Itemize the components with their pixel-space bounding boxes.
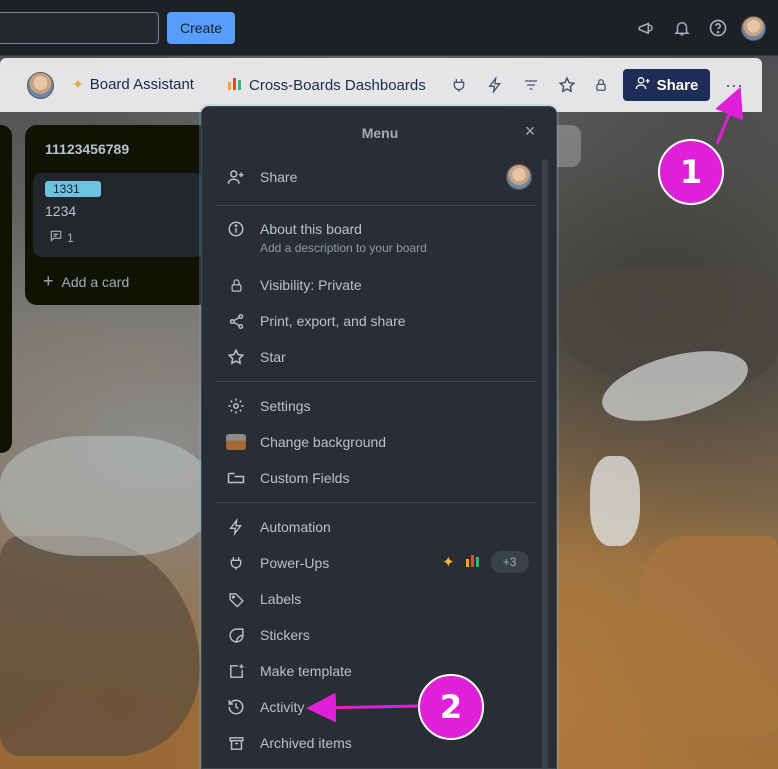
card-label: 1331 (45, 181, 101, 197)
megaphone-icon[interactable] (634, 16, 658, 40)
bell-icon[interactable] (670, 16, 694, 40)
menu-item-change-background[interactable]: Change background (216, 432, 536, 452)
template-icon (226, 661, 246, 681)
plug-icon[interactable] (448, 74, 470, 96)
lightning-icon[interactable] (484, 74, 506, 96)
menu-item-activity[interactable]: Activity (216, 697, 536, 717)
list-partial (0, 125, 12, 453)
share-label: Share (656, 76, 699, 94)
menu-item-make-template[interactable]: Make template (216, 661, 536, 681)
menu-item-label: Custom Fields (260, 470, 350, 486)
close-icon[interactable]: × (520, 121, 540, 141)
more-options-button[interactable]: ··· (720, 72, 748, 98)
add-card-button[interactable]: + Add a card (43, 271, 129, 292)
comment-icon (49, 229, 63, 246)
menu-item-automation[interactable]: Automation (216, 517, 536, 537)
menu-item-label: Stickers (260, 627, 310, 643)
menu-item-label: Archived items (260, 735, 352, 751)
search-input[interactable] (0, 12, 159, 44)
menu-item-stickers[interactable]: Stickers (216, 625, 536, 645)
member-avatar[interactable] (506, 164, 532, 190)
user-avatar[interactable] (741, 16, 766, 41)
power-ups-badges: ✦ +3 (442, 551, 529, 573)
bg-water (0, 436, 210, 556)
menu-item-custom-fields[interactable]: Custom Fields (216, 468, 536, 488)
top-navigation-bar: Create (0, 0, 778, 56)
history-icon (226, 697, 246, 717)
menu-item-label: Activity (260, 699, 305, 715)
menu-item-label: Settings (260, 398, 311, 414)
menu-item-settings[interactable]: Settings (216, 396, 536, 416)
menu-divider (216, 381, 536, 382)
add-card-label: Add a card (61, 273, 130, 290)
create-button[interactable]: Create (167, 12, 235, 44)
star-icon[interactable] (556, 74, 578, 96)
lightning-icon (226, 517, 246, 537)
lock-icon[interactable] (590, 74, 612, 96)
sticker-icon (226, 625, 246, 645)
menu-item-about[interactable]: About this board (216, 219, 536, 239)
menu-item-label: Change background (260, 434, 387, 450)
menu-item-label: Power-Ups (260, 555, 330, 571)
board-member-avatar[interactable] (27, 72, 54, 99)
share-nodes-icon (226, 311, 246, 331)
share-button[interactable]: Share (623, 69, 710, 101)
background-thumbnail-icon (226, 432, 246, 452)
menu-scrollbar[interactable] (542, 159, 548, 768)
menu-item-print-export[interactable]: Print, export, and share (216, 311, 536, 331)
bar-chart-icon (227, 76, 243, 94)
about-description: Add a description to your board (260, 241, 427, 255)
info-icon (226, 219, 246, 239)
menu-item-label: Make template (260, 663, 352, 679)
list-column: 11123456789 1331 1234 1 + Add a card (25, 125, 210, 305)
archive-icon (226, 733, 246, 753)
add-person-icon (635, 75, 651, 95)
comment-badge: 1 (49, 229, 74, 246)
list-title[interactable]: 11123456789 (45, 141, 129, 157)
menu-item-label: Star (260, 349, 286, 365)
step-2-marker: 2 (418, 674, 484, 740)
plug-icon (226, 553, 246, 573)
board-menu-panel: Menu × Share About this board Add a desc… (201, 106, 557, 769)
menu-item-archived[interactable]: Archived items (216, 733, 536, 753)
sparkle-icon: ✦ (72, 76, 84, 92)
tag-icon (226, 589, 246, 609)
dashboards-label: Cross-Boards Dashboards (249, 76, 426, 94)
board-assistant-button[interactable]: ✦ Board Assistant (72, 76, 194, 93)
menu-item-visibility[interactable]: Visibility: Private (216, 275, 536, 295)
menu-item-star[interactable]: Star (216, 347, 536, 367)
board-assistant-label: Board Assistant (89, 76, 194, 93)
help-icon[interactable] (706, 16, 730, 40)
dashboards-button[interactable]: Cross-Boards Dashboards (227, 76, 426, 94)
filter-icon[interactable] (520, 74, 542, 96)
star-icon (226, 347, 246, 367)
menu-item-share[interactable]: Share (216, 167, 536, 187)
comment-count: 1 (67, 230, 74, 245)
menu-divider (216, 502, 536, 503)
custom-fields-icon (226, 468, 246, 488)
bg-snow (590, 456, 640, 546)
menu-divider (216, 205, 536, 206)
card[interactable]: 1331 1234 1 (33, 173, 203, 257)
gear-icon (226, 396, 246, 416)
menu-item-label: About this board (260, 221, 362, 237)
menu-item-label: Print, export, and share (260, 313, 406, 329)
add-person-icon (226, 167, 246, 187)
menu-item-label: Visibility: Private (260, 277, 362, 293)
add-list-partial[interactable] (555, 125, 581, 167)
card-title: 1234 (45, 203, 77, 219)
bg-rock (0, 536, 200, 756)
menu-item-label: Labels (260, 591, 302, 607)
sparkle-icon: ✦ (442, 554, 455, 571)
menu-item-label: Share (260, 169, 298, 185)
bar-chart-icon (465, 553, 481, 572)
more-power-ups-badge[interactable]: +3 (490, 551, 529, 573)
plus-icon: + (43, 271, 54, 291)
menu-item-labels[interactable]: Labels (216, 589, 536, 609)
lock-icon (226, 275, 246, 295)
bg-rock (640, 536, 778, 736)
menu-item-label: Automation (260, 519, 331, 535)
step-1-marker: 1 (658, 139, 724, 205)
menu-title: Menu (361, 125, 399, 141)
